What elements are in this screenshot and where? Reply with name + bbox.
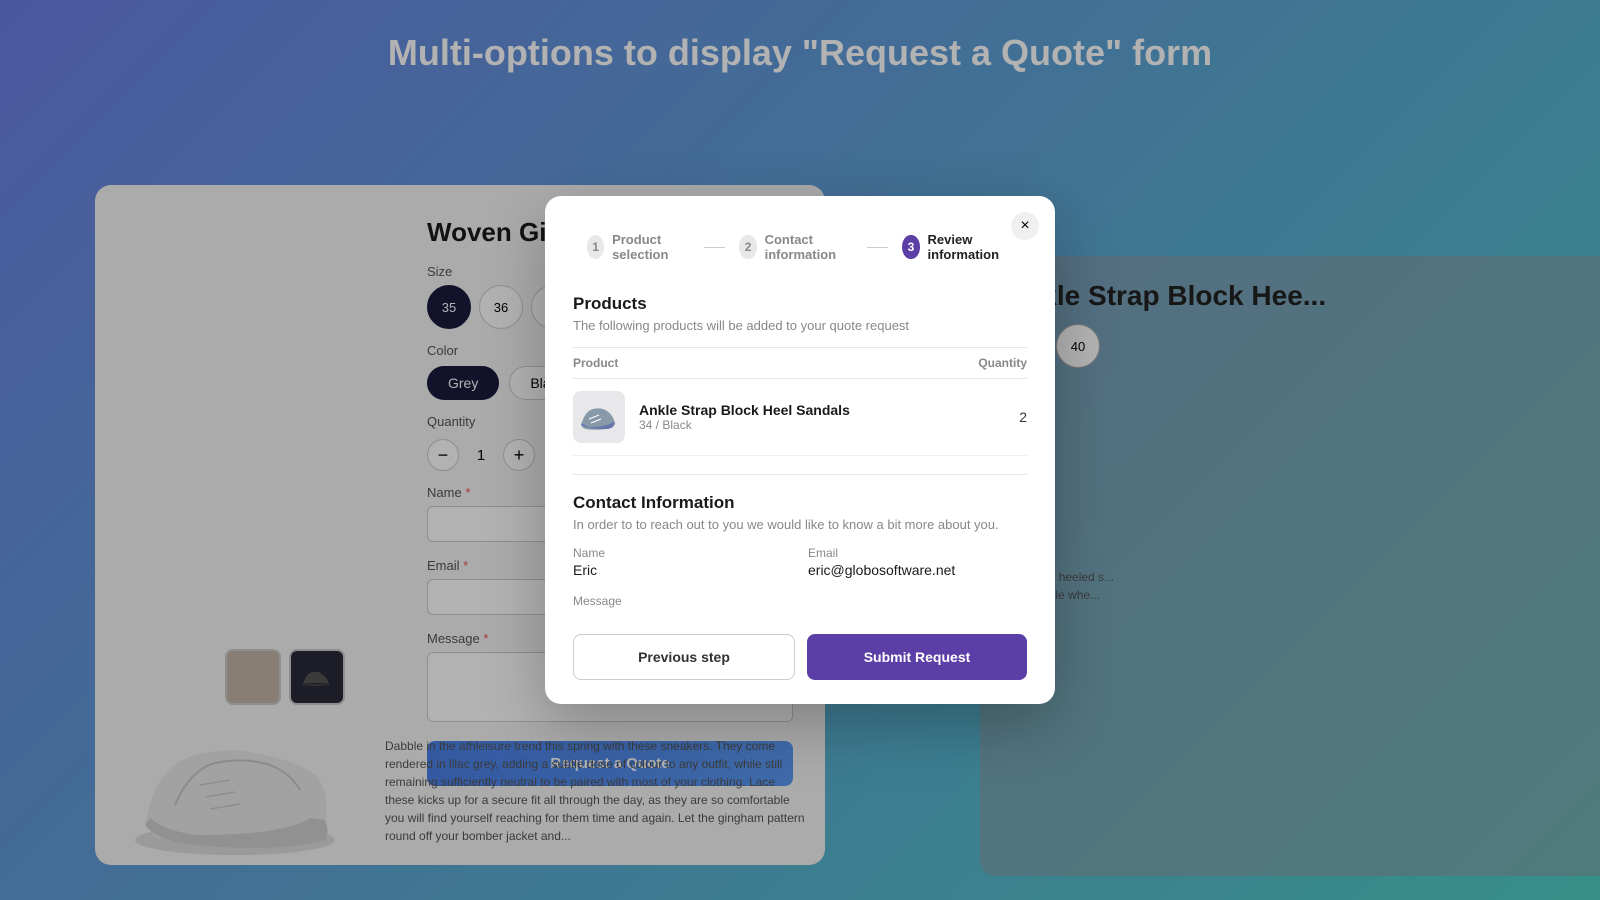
table-row: Ankle Strap Block Heel Sandals 34 / Blac… (573, 379, 1027, 456)
step-3-number: 3 (902, 235, 919, 259)
header-quantity: Quantity (978, 356, 1027, 370)
product-info: Ankle Strap Block Heel Sandals 34 / Blac… (639, 402, 1019, 432)
step-divider-2 (867, 247, 889, 248)
contact-section: Contact Information In order to to reach… (573, 474, 1027, 610)
message-label: Message (573, 594, 622, 608)
step-2-label: Contact information (765, 232, 853, 262)
contact-name-value: Eric (573, 562, 792, 578)
contact-grid: Name Eric Email eric@globosoftware.net (573, 546, 1027, 578)
message-section: Message (573, 592, 1027, 610)
step-2-number: 2 (739, 235, 756, 259)
step-divider-1 (704, 247, 726, 248)
step-1-number: 1 (587, 235, 604, 259)
product-item-variant: 34 / Black (639, 418, 1019, 432)
modal-overlay: × 1 Product selection 2 Contact informat… (0, 0, 1600, 900)
product-thumb-icon (579, 401, 619, 433)
modal-close-button[interactable]: × (1011, 212, 1039, 240)
contact-title: Contact Information (573, 493, 1027, 513)
header-product: Product (573, 356, 618, 370)
step-1: 1 Product selection (573, 224, 704, 270)
products-section: Products The following products will be … (573, 294, 1027, 456)
products-description: The following products will be added to … (573, 318, 1027, 333)
step-3-label: Review information (928, 232, 1013, 262)
contact-email-label: Email (808, 546, 1027, 560)
review-modal: × 1 Product selection 2 Contact informat… (545, 196, 1055, 704)
steps-bar: 1 Product selection 2 Contact informatio… (573, 224, 1027, 270)
product-item-name: Ankle Strap Block Heel Sandals (639, 402, 1019, 418)
modal-footer: Previous step Submit Request (573, 634, 1027, 680)
product-item-quantity: 2 (1019, 409, 1027, 425)
product-table: Product Quantity Ankle Strap Block Heel … (573, 347, 1027, 456)
contact-name-label: Name (573, 546, 792, 560)
contact-name-field: Name Eric (573, 546, 792, 578)
contact-email-field: Email eric@globosoftware.net (808, 546, 1027, 578)
products-title: Products (573, 294, 1027, 314)
table-header: Product Quantity (573, 348, 1027, 379)
step-2: 2 Contact information (725, 224, 866, 270)
product-thumbnail (573, 391, 625, 443)
contact-description: In order to to reach out to you we would… (573, 517, 1027, 532)
step-1-label: Product selection (612, 232, 690, 262)
step-3: 3 Review information (888, 224, 1027, 270)
submit-request-button[interactable]: Submit Request (807, 634, 1027, 680)
previous-step-button[interactable]: Previous step (573, 634, 795, 680)
contact-email-value: eric@globosoftware.net (808, 562, 1027, 578)
